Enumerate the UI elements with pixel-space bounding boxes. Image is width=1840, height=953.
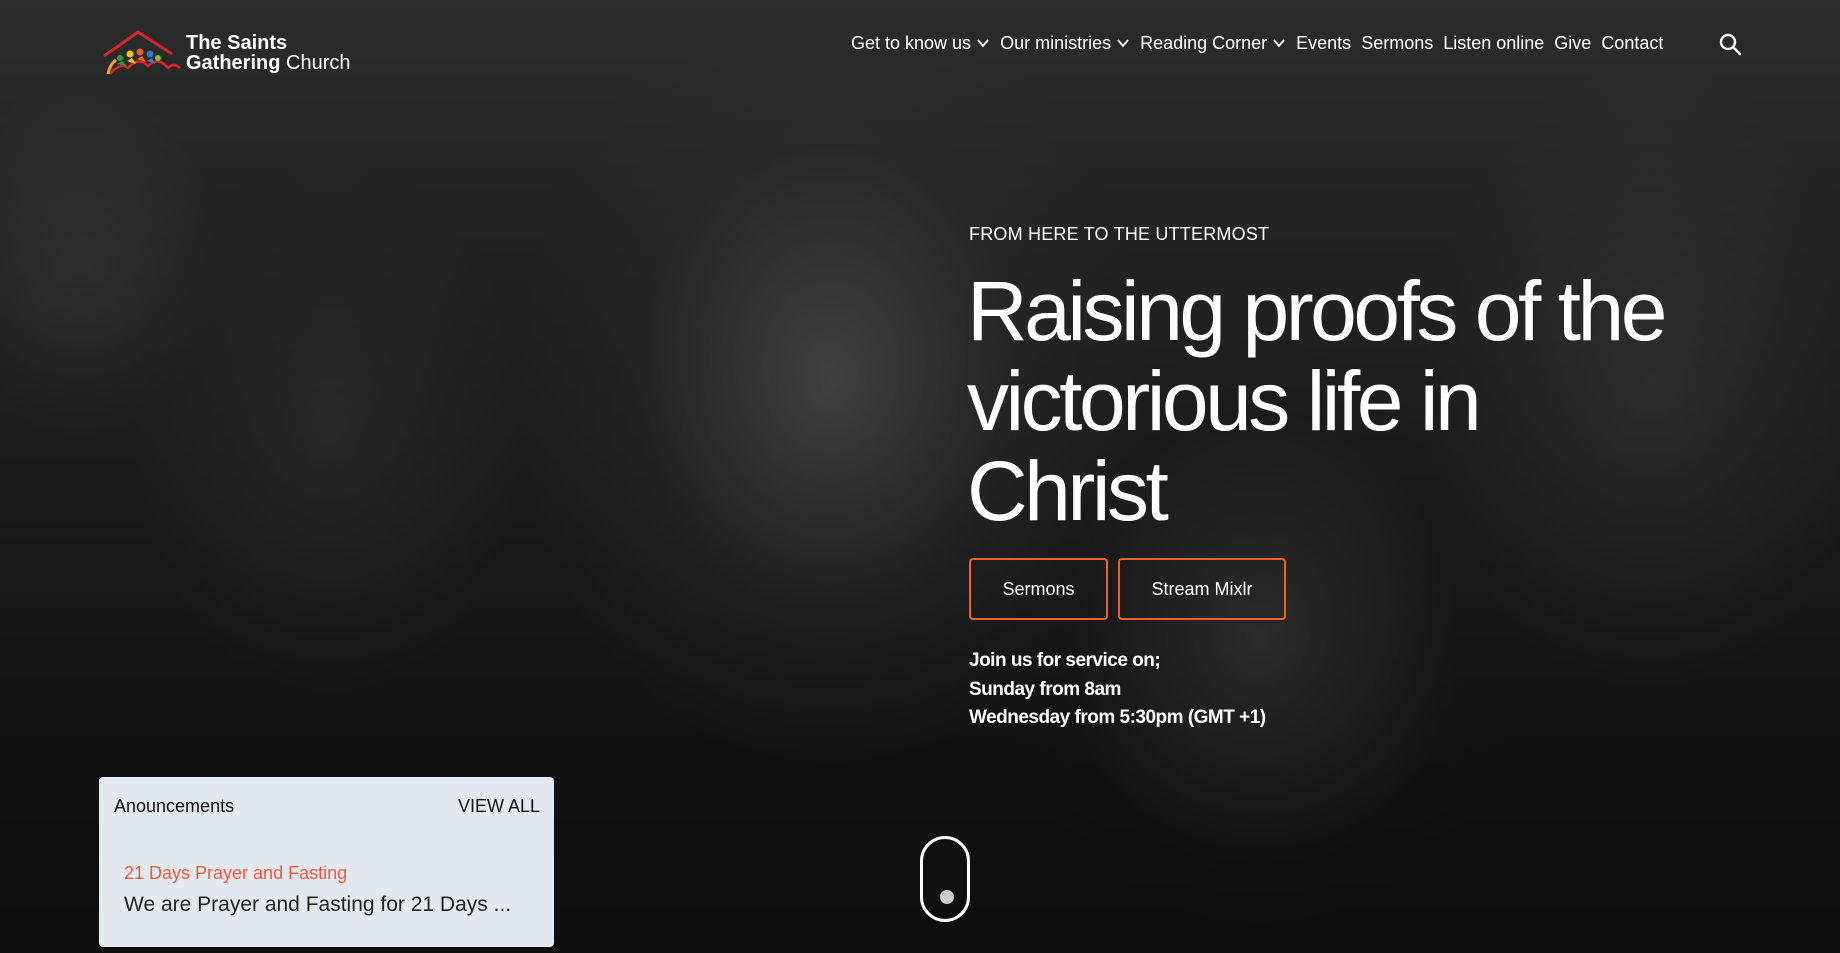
hero-tagline: FROM HERE TO THE UTTERMOST [969,224,1270,244]
nav-item-label: Reading Corner [1140,32,1268,53]
scroll-down-indicator[interactable] [920,836,970,922]
nav-item-give[interactable]: Give [1554,33,1591,54]
nav-item-contact[interactable]: Contact [1601,33,1663,54]
view-all-link[interactable]: VIEW ALL [458,796,540,817]
hero-headline: Raising proofs of the victorious life in… [967,264,1667,538]
announcement-item-text: We are Prayer and Fasting for 21 Days ..… [124,893,512,916]
site-logo[interactable]: The Saints Gathering Church [100,28,360,78]
site-name: The Saints Gathering Church [186,33,350,73]
site-name-light: Church [280,52,351,74]
stream-mixlr-button[interactable]: Stream Mixlr [1118,558,1286,620]
nav-item-get-to-know-us[interactable]: Get to know us [851,33,990,54]
site-name-line2: Gathering Church [186,53,350,73]
site-header: The Saints Gathering Church Get to know … [0,0,1840,90]
service-wednesday: Wednesday from 5:30pm (GMT +1) [969,707,1266,728]
nav-item-our-ministries[interactable]: Our ministries [1000,33,1130,54]
site-name-line1: The Saints [186,32,288,54]
announcements-title: Anouncements [114,796,235,816]
chevron-down-icon [1117,39,1129,48]
nav-item-events[interactable]: Events [1296,33,1351,54]
nav-item-label: Our ministries [1000,32,1112,53]
nav-item-reading-corner[interactable]: Reading Corner [1140,33,1286,54]
chevron-down-icon [1273,39,1285,48]
main-nav: Get to know us Our ministries Reading Co… [851,30,1673,56]
service-sunday: Sunday from 8am [969,678,1121,700]
announcements-card: Anouncements VIEW ALL 21 Days Prayer and… [99,777,554,947]
nav-item-listen-online[interactable]: Listen online [1443,33,1544,54]
search-icon[interactable] [1718,32,1742,56]
service-intro: Join us for service on; [969,650,1161,671]
scroll-dot-icon [940,890,954,904]
sermons-button[interactable]: Sermons [969,558,1108,620]
site-name-bold: Gathering [186,52,281,74]
house-people-logo-icon [103,30,181,75]
nav-item-label: Get to know us [851,32,972,53]
service-times: Join us for service on; Sunday from 8am … [969,647,1266,733]
announcement-item-title[interactable]: 21 Days Prayer and Fasting [124,863,347,884]
chevron-down-icon [977,39,989,48]
nav-item-sermons[interactable]: Sermons [1361,33,1433,54]
